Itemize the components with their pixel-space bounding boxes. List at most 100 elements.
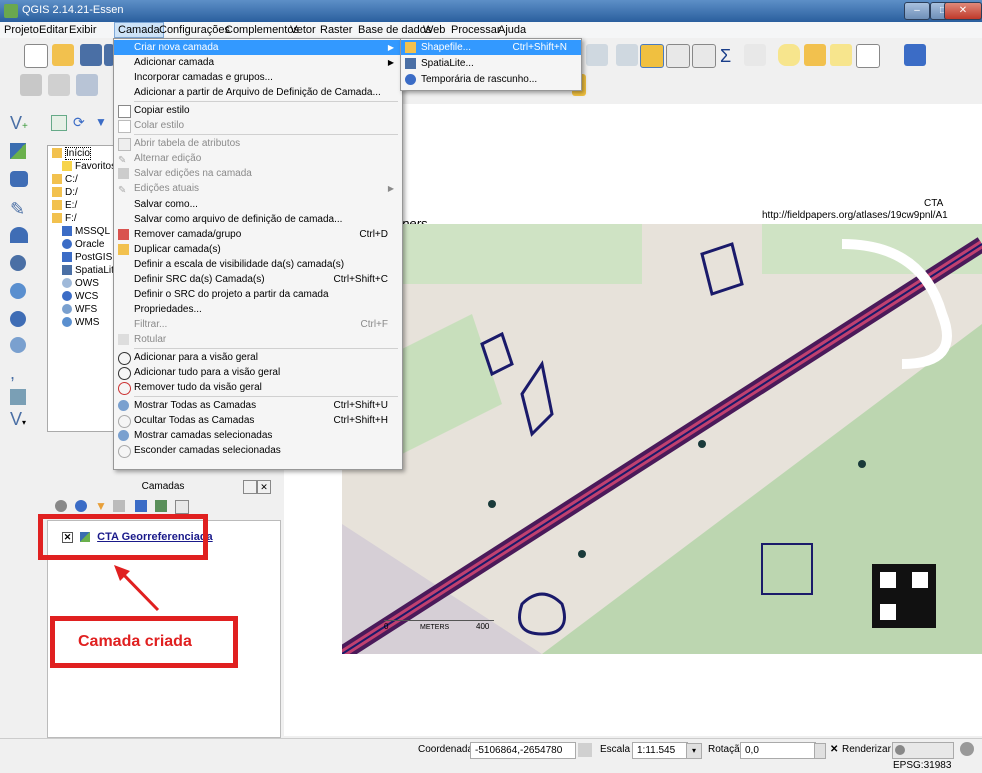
remove-layer-icon[interactable] xyxy=(175,500,189,514)
save-project-icon[interactable] xyxy=(80,44,102,66)
minimize-button[interactable]: – xyxy=(904,2,930,20)
crs-button[interactable]: EPSG:31983 xyxy=(892,742,954,771)
field-calculator-icon[interactable] xyxy=(692,44,716,68)
menu-item-copiar-estilo[interactable]: Copiar estilo xyxy=(114,103,402,118)
attribute-table-icon[interactable] xyxy=(666,44,690,68)
close-button[interactable]: ✕ xyxy=(944,2,982,20)
open-project-icon[interactable] xyxy=(52,44,74,66)
toggle-extents-icon[interactable] xyxy=(578,743,592,757)
menu-item-remover-camada[interactable]: Remover camada/grupo Ctrl+D xyxy=(114,227,402,242)
toggle-editing-icon[interactable] xyxy=(48,74,70,96)
menu-item-edicoes-atuais[interactable]: ✎ Edições atuais ▶ xyxy=(114,181,402,196)
add-spatialite-layer-icon[interactable]: ✎ xyxy=(10,199,36,223)
messages-icon[interactable] xyxy=(960,742,974,756)
add-group-icon[interactable] xyxy=(75,500,87,512)
submenu-item-spatialite[interactable]: SpatiaLite... xyxy=(401,56,581,71)
menu-item-duplicar[interactable]: Duplicar camada(s) xyxy=(114,242,402,257)
tree-item-spatialite[interactable]: SpatiaLite xyxy=(62,265,119,276)
add-virtual-layer-icon[interactable] xyxy=(10,389,26,405)
render-checkbox[interactable]: ✕ xyxy=(830,744,838,755)
deselect-icon[interactable] xyxy=(640,44,664,68)
tree-item-mssql[interactable]: MSSQL xyxy=(62,226,110,237)
submenu-item-shapefile[interactable]: Shapefile... Ctrl+Shift+N xyxy=(401,40,581,55)
menu-item-propriedades[interactable]: Propriedades... xyxy=(114,302,402,317)
coordinate-field[interactable]: -5106864,-2654780 xyxy=(470,742,576,759)
menu-item-definir-src[interactable]: Definir SRC da(s) Camada(s) Ctrl+Shift+C xyxy=(114,272,402,287)
rotation-field[interactable]: 0,0 xyxy=(740,742,816,759)
menu-item-incorporar[interactable]: Incorporar camadas e grupos... xyxy=(114,70,402,85)
close-panel-icon[interactable]: ✕ xyxy=(257,480,271,494)
tree-item-c[interactable]: C:/ xyxy=(52,174,78,185)
menu-item-colar-estilo[interactable]: Colar estilo xyxy=(114,118,402,133)
menu-processar[interactable]: Processar xyxy=(451,24,501,36)
menu-item-adicionar-definicao[interactable]: Adicionar a partir de Arquivo de Definiç… xyxy=(114,85,402,100)
menu-item-rotular[interactable]: Rotular xyxy=(114,332,402,347)
show-bookmarks-icon[interactable] xyxy=(830,44,852,66)
menu-item-mostrar-selecionadas[interactable]: Mostrar camadas selecionadas xyxy=(114,428,402,443)
statistics-sigma-icon[interactable]: Σ xyxy=(720,46,731,67)
help-icon[interactable] xyxy=(904,44,926,66)
menu-vetor[interactable]: Vetor xyxy=(290,24,316,36)
menu-item-abrir-tabela[interactable]: Abrir tabela de atributos xyxy=(114,136,402,151)
menu-item-salvar-edicoes[interactable]: Salvar edições na camada xyxy=(114,166,402,181)
add-wfs-layer-icon[interactable] xyxy=(10,337,26,353)
tree-item-wcs[interactable]: WCS xyxy=(62,291,98,302)
select-icon[interactable] xyxy=(616,44,638,66)
add-delimited-text-icon[interactable]: , xyxy=(10,363,36,387)
tree-item-inicio[interactable]: Início xyxy=(52,147,91,160)
save-edits-icon[interactable] xyxy=(76,74,98,96)
tree-item-oracle[interactable]: Oracle xyxy=(62,239,104,250)
measure-line-icon[interactable] xyxy=(744,44,766,66)
new-layer-dropdown-icon[interactable]: V▾ xyxy=(10,409,36,433)
tree-item-ows[interactable]: OWS xyxy=(62,278,99,289)
menu-item-esconder-selecionadas[interactable]: Esconder camadas selecionadas xyxy=(114,443,402,458)
text-annotation-icon[interactable] xyxy=(856,44,880,68)
menu-configuracoes[interactable]: Configurações xyxy=(159,24,230,36)
menu-item-ocultar-todas[interactable]: Ocultar Todas as Camadas Ctrl+Shift+H xyxy=(114,413,402,428)
refresh-icon[interactable]: ⟳ xyxy=(73,114,85,131)
menu-item-mostrar-todas[interactable]: Mostrar Todas as Camadas Ctrl+Shift+U xyxy=(114,398,402,413)
submenu-item-temporaria[interactable]: Temporária de rascunho... xyxy=(401,72,581,87)
add-mssql-layer-icon[interactable] xyxy=(10,227,28,243)
menu-item-alternar-edicao[interactable]: ✎ Alternar edição xyxy=(114,151,402,166)
tree-item-e[interactable]: E:/ xyxy=(52,200,77,211)
add-postgis-layer-icon[interactable] xyxy=(10,171,28,187)
tree-item-wfs[interactable]: WFS xyxy=(62,304,97,315)
menu-base-de-dados[interactable]: Base de dados xyxy=(358,24,431,36)
tree-item-f[interactable]: F:/ xyxy=(52,213,77,224)
menu-item-adicionar-camada[interactable]: Adicionar camada ▶ xyxy=(114,55,402,70)
collapse-all-icon[interactable] xyxy=(155,500,167,512)
menu-item-adicionar-tudo-visao-geral[interactable]: Adicionar tudo para a visão geral xyxy=(114,365,402,380)
tree-item-wms[interactable]: WMS xyxy=(62,317,99,328)
expand-all-icon[interactable] xyxy=(135,500,147,512)
menu-item-adicionar-visao-geral[interactable]: Adicionar para a visão geral xyxy=(114,350,402,365)
map-tips-icon[interactable] xyxy=(778,44,800,66)
filter-by-expression-icon[interactable] xyxy=(113,500,125,512)
menu-item-escala-visibilidade[interactable]: Definir a escala de visibilidade da(s) c… xyxy=(114,257,402,272)
menu-projeto[interactable]: Projeto xyxy=(4,24,39,36)
add-raster-layer-icon[interactable] xyxy=(10,143,26,159)
menu-item-criar-nova-camada[interactable]: Criar nova camada ▶ xyxy=(114,40,402,55)
menu-item-salvar-como[interactable]: Salvar como... xyxy=(114,197,402,212)
current-edits-icon[interactable] xyxy=(20,74,42,96)
rotation-spinner-icon[interactable] xyxy=(814,743,826,759)
add-vector-layer-icon[interactable]: V+ xyxy=(10,113,36,137)
menu-raster[interactable]: Raster xyxy=(320,24,352,36)
menu-item-filtrar[interactable]: Filtrar... Ctrl+F xyxy=(114,317,402,332)
scale-dropdown-icon[interactable]: ▾ xyxy=(686,743,702,759)
filter-legend-icon[interactable]: ▼ xyxy=(95,499,107,513)
add-oracle-layer-icon[interactable] xyxy=(10,255,26,271)
menu-item-salvar-definicao[interactable]: Salvar como arquivo de definição de cama… xyxy=(114,212,402,227)
tree-item-favoritos[interactable]: Favoritos xyxy=(62,161,116,172)
float-panel-icon[interactable] xyxy=(243,480,257,494)
scale-field[interactable]: 1:11.545 xyxy=(632,742,688,759)
menu-complementos[interactable]: Complementos xyxy=(225,24,299,36)
add-selected-layers-icon[interactable] xyxy=(51,115,67,131)
new-project-icon[interactable] xyxy=(24,44,48,68)
tree-item-postgis[interactable]: PostGIS xyxy=(62,252,112,263)
measure-icon[interactable] xyxy=(586,44,608,66)
menu-editar[interactable]: Editar xyxy=(39,24,68,36)
menu-item-src-projeto[interactable]: Definir o SRC do projeto a partir da cam… xyxy=(114,287,402,302)
add-wms-layer-icon[interactable] xyxy=(10,283,26,299)
tree-item-d[interactable]: D:/ xyxy=(52,187,78,198)
